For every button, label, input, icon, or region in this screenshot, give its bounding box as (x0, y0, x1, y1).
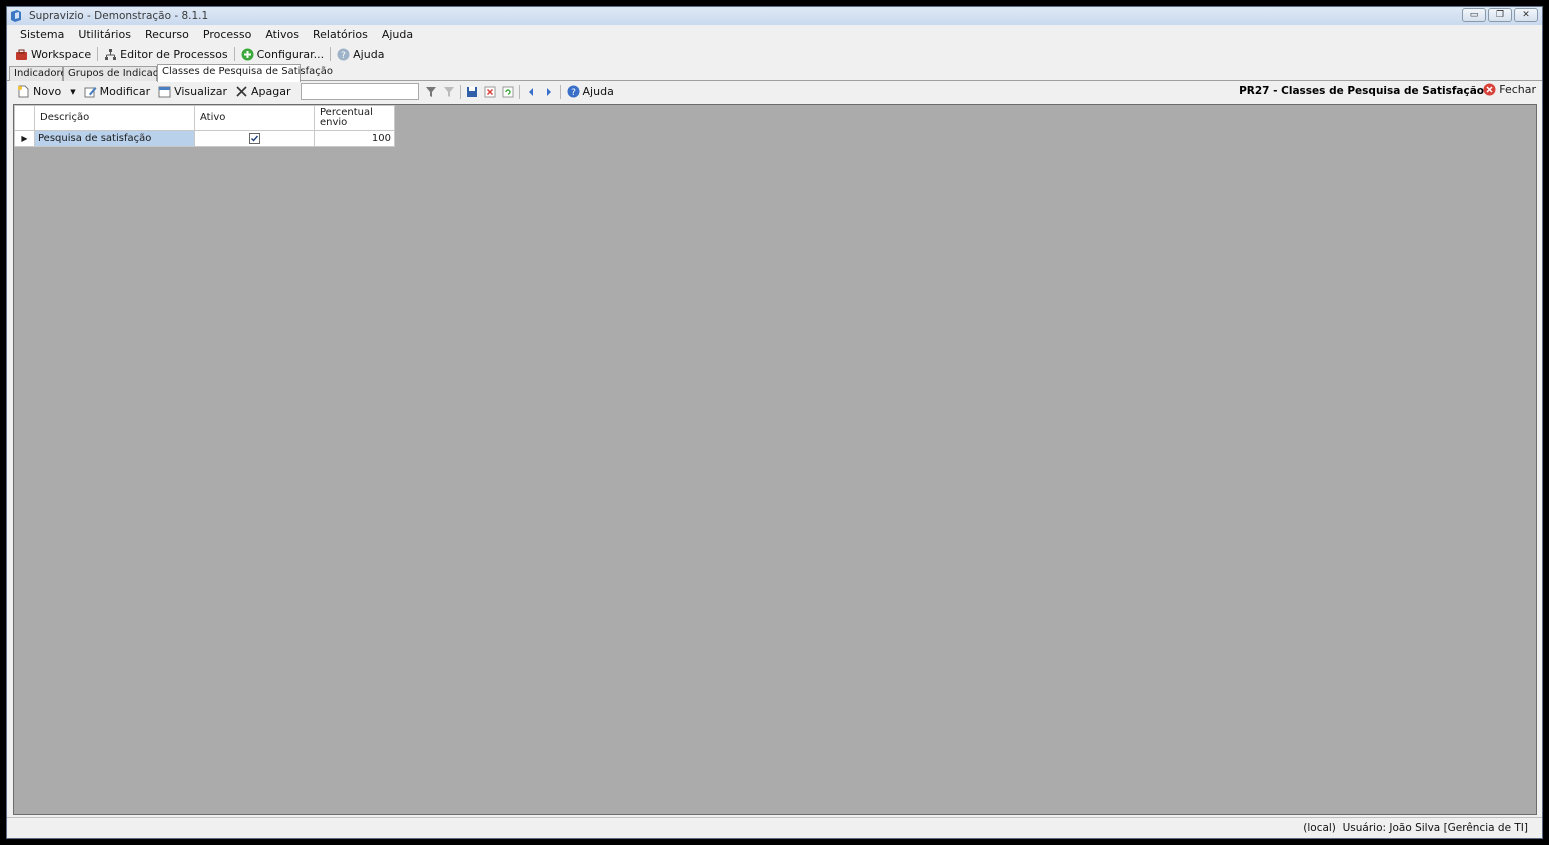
help-icon: ? (337, 48, 350, 61)
workspace-button[interactable]: Workspace (11, 48, 95, 61)
view-icon (158, 86, 171, 98)
next-icon[interactable] (541, 84, 557, 100)
new-button[interactable]: Novo ▼ (13, 85, 80, 98)
save-icon[interactable] (464, 84, 480, 100)
title-bar: Supravizio - Demonstração - 8.1.1 ▭ ❐ ✕ (7, 7, 1542, 25)
svg-text:?: ? (571, 88, 576, 98)
add-circle-icon (241, 48, 254, 60)
help-button[interactable]: ? Ajuda (333, 48, 388, 61)
modify-button[interactable]: Modificar (80, 85, 155, 98)
toolbar-separator (330, 47, 332, 61)
view-label: Visualizar (174, 85, 228, 98)
menu-relatorios[interactable]: Relatórios (306, 28, 375, 41)
grid-header-row: Descrição Ativo Percentual envio (14, 105, 395, 131)
new-document-icon (18, 85, 29, 98)
form-help-label: Ajuda (582, 85, 614, 98)
main-toolbar: Workspace Editor de Processos Configurar… (7, 44, 1542, 64)
status-bar: (local) Usuário: João Silva [Gerência de… (7, 817, 1542, 838)
row-selector[interactable]: ▶ (14, 130, 35, 147)
cell-descricao[interactable]: Pesquisa de satisfação (34, 130, 195, 147)
help-label: Ajuda (353, 47, 385, 61)
configure-label: Configurar... (256, 47, 325, 61)
close-form-button[interactable]: Fechar (1483, 83, 1536, 96)
close-form-label: Fechar (1499, 83, 1536, 96)
toolbar-separator (97, 47, 99, 61)
status-text: (local) Usuário: João Silva [Gerência de… (1303, 822, 1528, 834)
menu-sistema[interactable]: Sistema (13, 28, 71, 41)
delete-x-icon (236, 86, 247, 97)
cell-percentual[interactable]: 100 (314, 130, 395, 147)
configure-button[interactable]: Configurar... (237, 48, 329, 61)
restore-button[interactable]: ❐ (1488, 8, 1512, 22)
briefcase-icon (16, 49, 27, 60)
workspace-label: Workspace (31, 47, 92, 61)
app-logo-icon (11, 10, 21, 22)
cell-ativo[interactable] (194, 130, 315, 147)
edit-icon (84, 87, 97, 98)
new-label: Novo (33, 85, 62, 98)
app-window: Supravizio - Demonstração - 8.1.1 ▭ ❐ ✕ … (6, 6, 1543, 839)
hierarchy-icon (105, 48, 117, 60)
search-input[interactable] (300, 83, 419, 100)
process-editor-label: Editor de Processos (120, 47, 228, 61)
menu-ativos[interactable]: Ativos (258, 28, 306, 41)
form-title: PR27 - Classes de Pesquisa de Satisfação (1239, 85, 1484, 97)
tab-grupos-indicadores[interactable]: Grupos de Indicadores (63, 66, 181, 81)
filter-icon[interactable] (423, 84, 439, 100)
row-header-corner (14, 105, 35, 131)
delete-button[interactable]: Apagar (231, 85, 295, 98)
clear-filter-icon[interactable] (441, 84, 457, 100)
menu-recurso[interactable]: Recurso (138, 28, 196, 41)
menu-ajuda[interactable]: Ajuda (375, 28, 420, 41)
current-row-arrow-icon: ▶ (21, 134, 28, 143)
close-circle-icon (1483, 83, 1496, 96)
tab-indicadores[interactable]: Indicadores (9, 66, 72, 81)
toolbar-separator (459, 84, 461, 99)
view-button[interactable]: Visualizar (154, 85, 231, 98)
previous-icon[interactable] (523, 84, 539, 100)
modify-label: Modificar (99, 85, 151, 98)
window-controls: ▭ ❐ ✕ (1462, 8, 1538, 22)
help-icon: ? (567, 85, 580, 98)
document-tabs: Indicadores Grupos de Indicadores Classe… (7, 64, 1542, 82)
data-grid: Descrição Ativo Percentual envio ▶ Pesqu… (13, 104, 1537, 815)
table-row[interactable]: ▶ Pesquisa de satisfação 100 (14, 130, 395, 147)
grid-table: Descrição Ativo Percentual envio ▶ Pesqu… (14, 105, 395, 147)
toolbar-separator (559, 84, 561, 99)
ativo-checkbox[interactable] (249, 132, 260, 144)
checkmark-icon (251, 135, 259, 142)
column-header-ativo[interactable]: Ativo (194, 105, 315, 131)
column-header-descricao[interactable]: Descrição (34, 105, 195, 131)
window-title: Supravizio - Demonstração - 8.1.1 (29, 10, 209, 22)
column-header-percentual[interactable]: Percentual envio (314, 105, 395, 131)
menu-utilitarios[interactable]: Utilitários (71, 28, 138, 41)
cancel-icon[interactable] (482, 84, 498, 100)
delete-label: Apagar (251, 85, 291, 98)
toolbar-separator (518, 84, 520, 99)
dropdown-arrow-icon[interactable]: ▼ (70, 88, 75, 96)
menu-processo[interactable]: Processo (196, 28, 258, 41)
process-editor-button[interactable]: Editor de Processos (100, 48, 232, 61)
menu-bar: Sistema Utilitários Recurso Processo Ati… (7, 25, 1542, 44)
tab-classes-pesquisa[interactable]: Classes de Pesquisa de Satisfação (157, 64, 333, 82)
minimize-button[interactable]: ▭ (1462, 8, 1486, 22)
svg-text:?: ? (341, 51, 346, 61)
refresh-icon[interactable] (500, 84, 516, 100)
close-window-button[interactable]: ✕ (1514, 8, 1538, 22)
toolbar-separator (233, 47, 235, 61)
form-help-button[interactable]: ? Ajuda (563, 85, 618, 98)
